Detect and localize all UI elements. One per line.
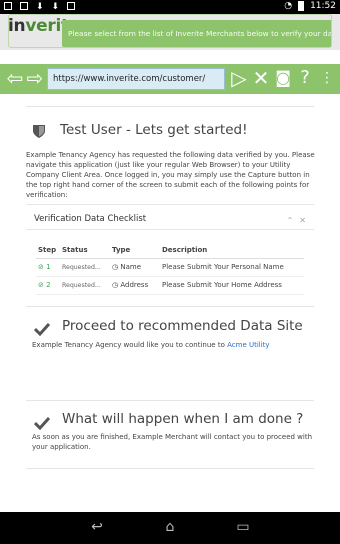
wifi-icon: ◔ [284, 1, 293, 11]
status-bar: ⬇ ⬇ ◔ 11:52 [0, 0, 340, 14]
step-cell: ⊘ 1 [36, 258, 60, 277]
clock-icon: ◷ [112, 263, 119, 271]
menu-icon[interactable]: ⋮ [316, 68, 338, 90]
step-cell: ⊘ 2 [36, 276, 60, 295]
check-circle-icon: ⊘ [38, 281, 44, 289]
browser-toolbar: ⇦ ⇨ https://www.inverite.com/customer/ ▷… [0, 64, 340, 94]
clock-icon: ◷ [112, 281, 119, 289]
acme-utility-link[interactable]: Acme Utility [227, 341, 269, 349]
page-title: Test User - Lets get started! [60, 122, 248, 138]
checklist-header: Verification Data Checklist ⌃ ✕ [26, 204, 314, 230]
collapse-icon[interactable]: ⌃ [287, 216, 294, 225]
header-type: Type [110, 242, 160, 259]
status-right-icons: ◔ 11:52 [284, 1, 336, 11]
divider [26, 468, 314, 469]
close-icon[interactable]: ✕ [250, 68, 272, 90]
header-step: Step [36, 242, 60, 259]
download-icon: ⬇ [51, 2, 60, 12]
back-icon[interactable]: ↩ [88, 520, 106, 534]
merchant-notice[interactable]: Please select from the list of Inverite … [62, 20, 332, 47]
description-cell: Please Submit Your Home Address [160, 276, 304, 295]
help-icon[interactable]: ? [294, 68, 316, 90]
status-time: 11:52 [310, 1, 336, 11]
description-cell: Please Submit Your Personal Name [160, 258, 304, 277]
check-circle-icon: ⊘ [38, 263, 44, 271]
back-arrow-icon[interactable]: ⇦ [4, 68, 26, 90]
header-description: Description [160, 242, 304, 259]
checklist-controls: ⌃ ✕ [287, 216, 306, 225]
notification-icon [20, 2, 28, 10]
table-header-row: Step Status Type Description [36, 242, 304, 259]
home-icon[interactable]: ⌂ [161, 520, 179, 534]
table-row: ⊘ 1 Requested... ◷ Name Please Submit Yo… [36, 258, 304, 277]
checklist-table: Step Status Type Description ⊘ 1 Request… [36, 242, 304, 295]
status-cell: Requested... [60, 276, 110, 295]
url-bar[interactable]: https://www.inverite.com/customer/ [47, 68, 225, 90]
notification-icon [67, 2, 76, 10]
status-left-icons: ⬇ ⬇ [4, 2, 76, 12]
checkmark-icon [34, 322, 50, 336]
checkmark-icon [34, 416, 50, 430]
table-row: ⊘ 2 Requested... ◷ Address Please Submit… [36, 276, 304, 295]
divider [26, 306, 314, 307]
forward-arrow-icon[interactable]: ⇨ [24, 68, 46, 90]
system-nav-bar: ↩ ⌂ ▭ [0, 512, 340, 544]
next-steps-title: What will happen when I am done ? [62, 411, 304, 427]
type-cell: ◷ Name [110, 258, 160, 277]
close-icon[interactable]: ✕ [299, 216, 306, 225]
download-icon: ⬇ [36, 2, 44, 12]
play-icon[interactable]: ▷ [228, 68, 250, 90]
recommended-site-title: Proceed to recommended Data Site [62, 318, 303, 334]
divider [26, 400, 314, 401]
status-cell: Requested... [60, 258, 110, 277]
app-header: inverite Please select from the list of … [0, 14, 340, 50]
shield-icon [33, 125, 45, 138]
battery-icon [298, 1, 305, 11]
recent-apps-icon[interactable]: ▭ [234, 520, 252, 534]
camera-icon[interactable]: ◙ [272, 68, 294, 90]
type-cell: ◷ Address [110, 276, 160, 295]
next-steps-text: As soon as you are finished, Example Mer… [32, 433, 313, 451]
page-content: Test User - Lets get started! Example Te… [0, 94, 340, 512]
verification-checklist: Verification Data Checklist ⌃ ✕ Step Sta… [26, 204, 314, 312]
recommended-site-text: Example Tenancy Agency would like you to… [32, 341, 270, 349]
divider [26, 106, 314, 107]
notification-icon [4, 2, 12, 10]
intro-text: Example Tenancy Agency has requested the… [26, 151, 315, 199]
checklist-title: Verification Data Checklist [34, 214, 147, 224]
header-status: Status [60, 242, 110, 259]
